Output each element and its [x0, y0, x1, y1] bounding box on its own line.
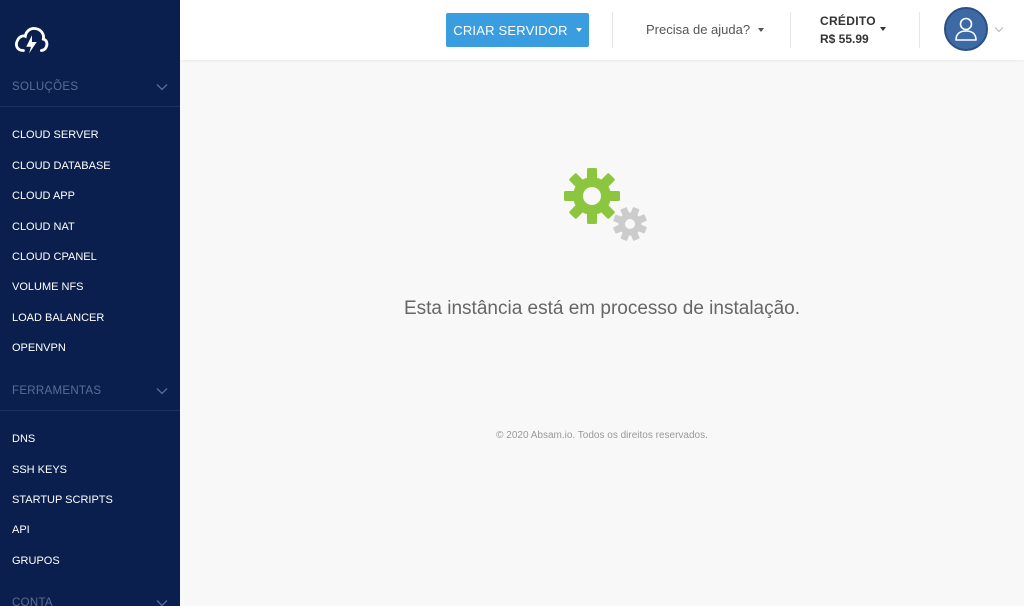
divider	[612, 12, 613, 48]
section-title: CONTA	[12, 597, 53, 606]
divider	[919, 12, 920, 48]
section-title: SOLUÇÕES	[12, 80, 79, 93]
create-server-label: CRIAR SERVIDOR	[453, 22, 568, 38]
gears-icon	[564, 168, 647, 241]
credit-label: CRÉDITO	[820, 14, 876, 28]
caret-down-icon[interactable]	[880, 27, 886, 31]
sidebar-item-cloud-app[interactable]: CLOUD APP	[0, 181, 180, 211]
sidebar-item-startup-scripts[interactable]: STARTUP SCRIPTS	[0, 485, 180, 515]
chevron-down-icon[interactable]	[994, 26, 1004, 33]
divider	[790, 12, 791, 48]
sidebar: SOLUÇÕES CLOUD SERVER CLOUD DATABASE CLO…	[0, 0, 180, 606]
chevron-down-icon	[156, 600, 168, 606]
sidebar-item-grupos[interactable]: GRUPOS	[0, 546, 180, 576]
caret-down-icon	[575, 28, 582, 32]
section-solucoes[interactable]: SOLUÇÕES	[0, 67, 180, 107]
sidebar-item-cloud-nat[interactable]: CLOUD NAT	[0, 212, 180, 242]
chevron-down-icon	[156, 387, 168, 394]
sidebar-item-volume-nfs[interactable]: VOLUME NFS	[0, 272, 180, 302]
section-conta[interactable]: CONTA	[0, 583, 180, 606]
installation-message: Esta instância está em processo de insta…	[403, 298, 801, 319]
credit-value: R$ 55.99	[820, 32, 869, 46]
sidebar-item-dns[interactable]: DNS	[0, 424, 180, 454]
sidebar-item-cloud-server[interactable]: CLOUD SERVER	[0, 120, 180, 150]
create-server-button[interactable]: CRIAR SERVIDOR	[446, 13, 589, 47]
sidebar-item-openvpn[interactable]: OPENVPN	[0, 333, 180, 363]
footer-copyright: © 2020 Absam.io. Todos os direitos reser…	[496, 430, 708, 441]
sidebar-item-ssh-keys[interactable]: SSH KEYS	[0, 455, 180, 485]
sidebar-item-api[interactable]: API	[0, 515, 180, 545]
sidebar-item-load-balancer[interactable]: LOAD BALANCER	[0, 303, 180, 333]
top-bar: CRIAR SERVIDOR Precisa de ajuda? CRÉDITO…	[180, 0, 1024, 60]
help-dropdown[interactable]: Precisa de ajuda?	[646, 22, 765, 37]
cloud-logo[interactable]	[12, 22, 50, 60]
sidebar-item-cloud-database[interactable]: CLOUD DATABASE	[0, 151, 180, 181]
user-avatar[interactable]	[944, 7, 988, 51]
section-title: FERRAMENTAS	[12, 384, 102, 397]
user-icon	[955, 17, 977, 41]
caret-down-icon	[758, 27, 765, 32]
chevron-down-icon	[156, 83, 168, 90]
sidebar-item-cloud-cpanel[interactable]: CLOUD CPANEL	[0, 242, 180, 272]
help-label: Precisa de ajuda?	[646, 22, 751, 37]
section-ferramentas[interactable]: FERRAMENTAS	[0, 371, 180, 411]
